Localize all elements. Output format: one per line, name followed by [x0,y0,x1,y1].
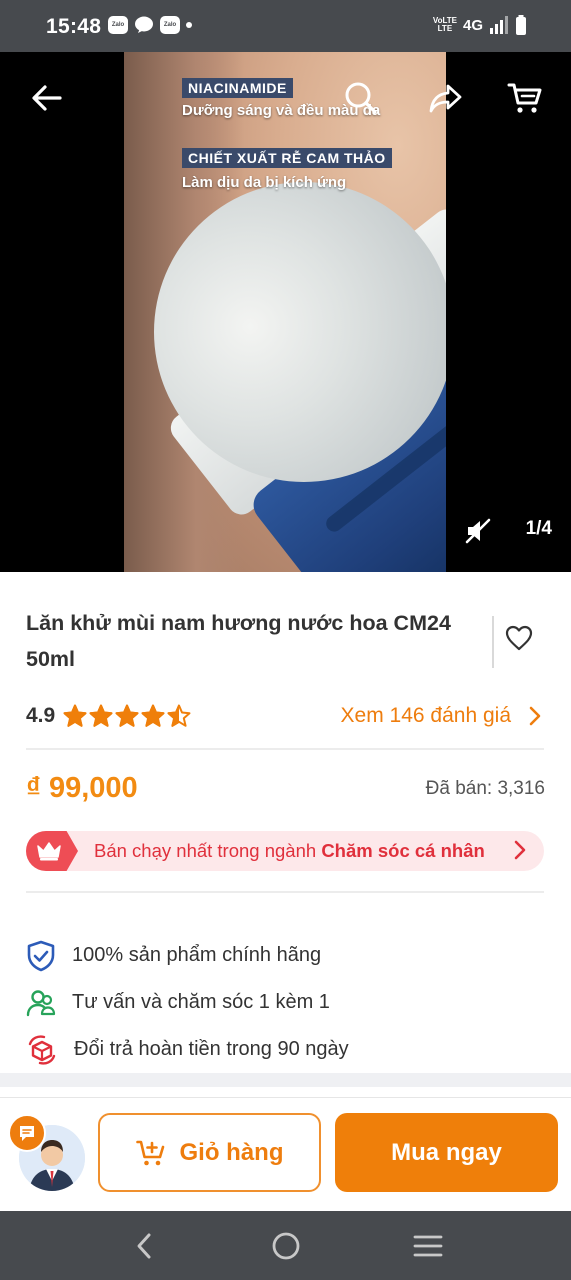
network-type: 4G [462,16,483,34]
zalo-icon: Zalo [108,16,128,34]
shield-check-icon [27,940,55,971]
perk-label: Tư vấn và chăm sóc 1 kèm 1 [72,991,330,1013]
star-full-icon [141,704,165,727]
more-notifications-icon [186,22,192,28]
share-button[interactable] [424,76,468,120]
nav-back-button[interactable] [124,1229,164,1263]
status-time: 15:48 [46,15,102,38]
system-nav-bar [0,1211,571,1280]
rating-summary: 4.9 [26,704,191,728]
divider [26,891,544,893]
product-gallery[interactable]: NIACINAMIDE Dưỡng sáng và đều màu da CHI… [0,52,571,572]
perk-label: 100% sản phẩm chính hãng [72,944,322,966]
chevron-right-icon [514,840,526,860]
price: ₫ 99,000 [26,772,138,804]
add-to-cart-label: Giỏ hàng [179,1138,284,1166]
title-divider [492,616,494,668]
chat-bubble-icon [20,1126,34,1141]
section-spacer [0,1073,571,1087]
best-seller-banner[interactable]: Bán chạy nhất trong ngành Chăm sóc cá nh… [26,831,544,871]
cart-plus-icon [135,1140,164,1165]
cart-icon-button[interactable] [503,76,547,120]
favorite-button[interactable] [505,625,533,656]
search-button[interactable] [339,76,383,120]
overlay-tag-niacinamide: NIACINAMIDE [182,78,293,98]
nav-recents-button[interactable] [408,1229,448,1263]
heart-icon [505,625,533,651]
buy-now-label: Mua ngay [391,1138,502,1166]
nav-menu-icon [413,1235,443,1257]
view-reviews-link[interactable]: Xem 146 đánh giá [341,704,541,728]
volte-icon: VoLTE LTE [432,16,457,33]
star-half-icon [167,704,191,727]
star-full-icon [115,704,139,727]
rating-stars [63,704,191,728]
arrow-left-icon [32,85,62,111]
cart-icon [507,83,542,113]
view-reviews-label: Xem 146 đánh giá [340,704,511,727]
nav-back-icon [137,1233,151,1259]
perk-consulting: Tư vấn và chăm sóc 1 kèm 1 [26,979,349,1026]
product-photo[interactable]: NIACINAMIDE Dưỡng sáng và đều màu da CHI… [124,52,446,572]
notification-icons: Zalo Zalo [108,16,192,34]
people-icon [26,989,56,1016]
divider [26,748,544,750]
best-seller-category: Chăm sóc cá nhân [321,840,485,861]
chevron-right-icon [529,706,541,726]
rating-value: 4.9 [26,704,56,727]
crown-icon [37,842,61,861]
battery-icon [516,15,526,35]
best-seller-text: Bán chạy nhất trong ngành Chăm sóc cá nh… [94,840,485,861]
messenger-icon [135,16,153,33]
star-full-icon [89,704,113,727]
mute-button[interactable] [465,518,491,549]
share-icon [429,84,462,113]
sold-count: Đã bán: 3,316 [425,778,545,799]
volume-muted-icon [465,518,491,544]
chat-button[interactable] [8,1114,46,1152]
search-icon [345,82,377,114]
overlay-text-2: Làm dịu da bị kích ứng [182,174,347,191]
image-counter: 1/4 [525,518,552,539]
nav-home-button[interactable] [266,1229,306,1263]
nav-home-icon [272,1232,300,1260]
star-full-icon [63,704,87,727]
buy-now-button[interactable]: Mua ngay [335,1113,558,1192]
zalo-icon: Zalo [160,16,180,34]
add-to-cart-button[interactable]: Giỏ hàng [98,1113,321,1192]
perk-return: Đổi trả hoàn tiền trong 90 ngày [26,1026,349,1073]
service-perks: 100% sản phẩm chính hãng Tư vấn và chăm … [26,932,349,1073]
signal-icon [490,16,508,34]
perk-authentic: 100% sản phẩm chính hãng [26,932,349,979]
return-box-icon [28,1034,56,1065]
overlay-tag-licorice: CHIẾT XUẤT RỄ CAM THẢO [182,148,392,168]
status-indicators: VoLTE LTE 4G [433,15,527,35]
perk-label: Đổi trả hoàn tiền trong 90 ngày [74,1038,349,1060]
best-seller-chevron [514,840,526,865]
product-title: Lăn khử mùi nam hương nước hoa CM24 50ml [26,611,451,671]
status-bar: 15:48 Zalo Zalo VoLTE LTE 4G [0,0,571,52]
back-button[interactable] [25,76,69,120]
best-seller-badge [26,831,78,871]
